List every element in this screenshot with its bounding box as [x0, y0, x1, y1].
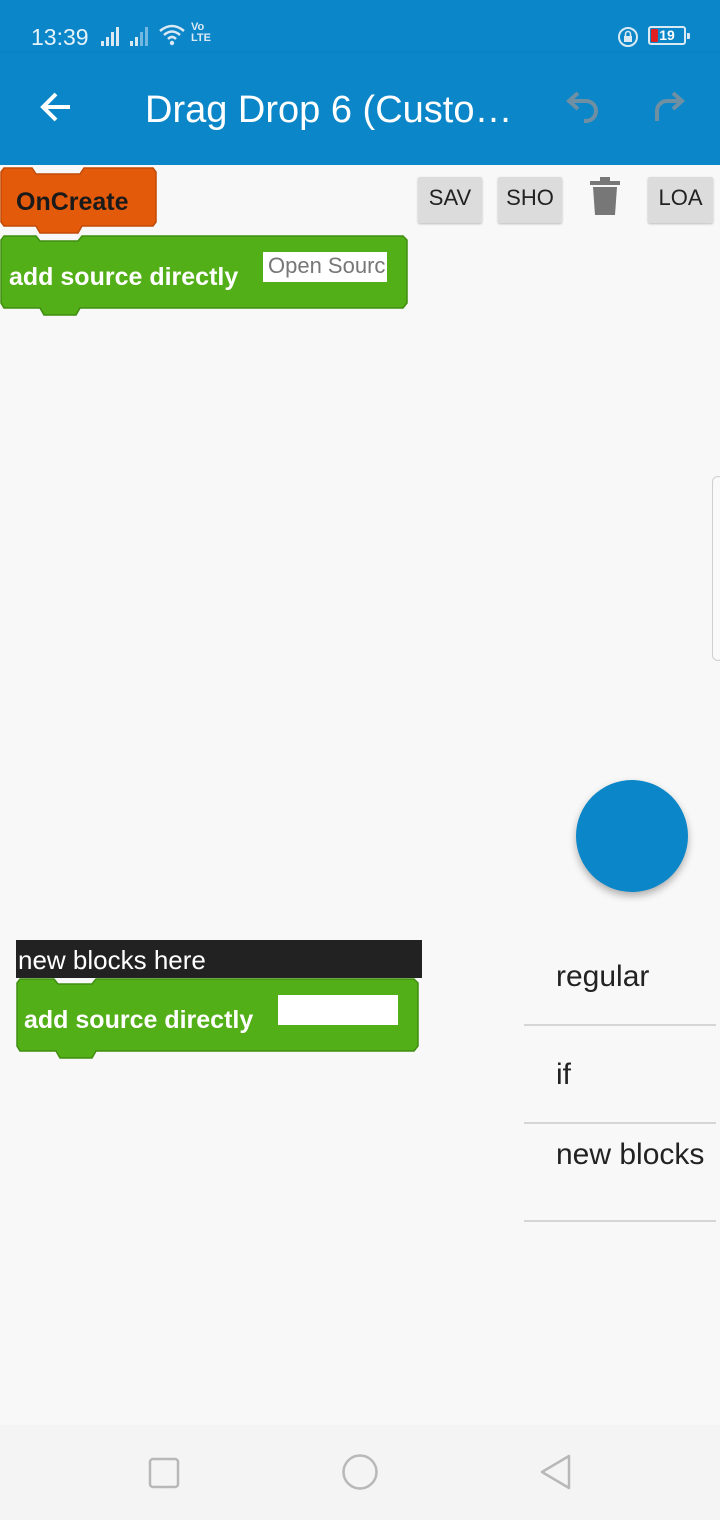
app-title: Drag Drop 6 (Custo…: [145, 89, 513, 131]
workspace-scroll-handle[interactable]: [712, 476, 720, 661]
app-bar: Drag Drop 6 (Custo…: [0, 53, 720, 165]
system-navigation-bar: [0, 1425, 720, 1520]
trash-icon[interactable]: [588, 176, 622, 216]
signal-strength-icon: [101, 26, 123, 46]
save-button[interactable]: SAV: [418, 177, 482, 223]
undo-icon[interactable]: [558, 83, 606, 131]
palette-source-text-field[interactable]: [278, 995, 398, 1025]
back-arrow-icon[interactable]: [30, 81, 82, 133]
back-nav-icon[interactable]: [538, 1453, 572, 1491]
status-bar: 13:39 Vo LTE 19: [0, 0, 720, 53]
category-new-blocks[interactable]: new blocks: [524, 1136, 716, 1222]
home-icon[interactable]: [341, 1453, 379, 1491]
wifi-icon: [159, 24, 185, 46]
volte-indicator: Vo LTE: [191, 21, 211, 44]
oncreate-event-block[interactable]: OnCreate: [0, 166, 158, 236]
signal-strength-icon-2: [130, 26, 152, 46]
source-text-field[interactable]: Open Sourc: [263, 252, 387, 282]
battery-indicator: 19: [648, 26, 690, 45]
palette-block-label: add source directly: [24, 1006, 254, 1034]
palette-header: new blocks here: [16, 940, 422, 978]
show-button[interactable]: SHO: [498, 177, 562, 223]
category-if[interactable]: if: [524, 1056, 716, 1124]
floating-action-button[interactable]: [576, 780, 688, 892]
redo-icon[interactable]: [645, 83, 693, 131]
status-time: 13:39: [31, 24, 89, 50]
category-regular[interactable]: regular: [524, 958, 716, 1026]
oncreate-label: OnCreate: [16, 188, 129, 216]
palette-add-source-block[interactable]: add source directly: [16, 978, 420, 1060]
load-button[interactable]: LOA: [648, 177, 713, 223]
add-source-label: add source directly: [9, 263, 239, 291]
add-source-block[interactable]: add source directly Open Sourc: [0, 235, 410, 317]
battery-level: 19: [659, 27, 675, 43]
recent-apps-icon[interactable]: [148, 1457, 180, 1489]
rotation-lock-icon: [618, 27, 638, 47]
